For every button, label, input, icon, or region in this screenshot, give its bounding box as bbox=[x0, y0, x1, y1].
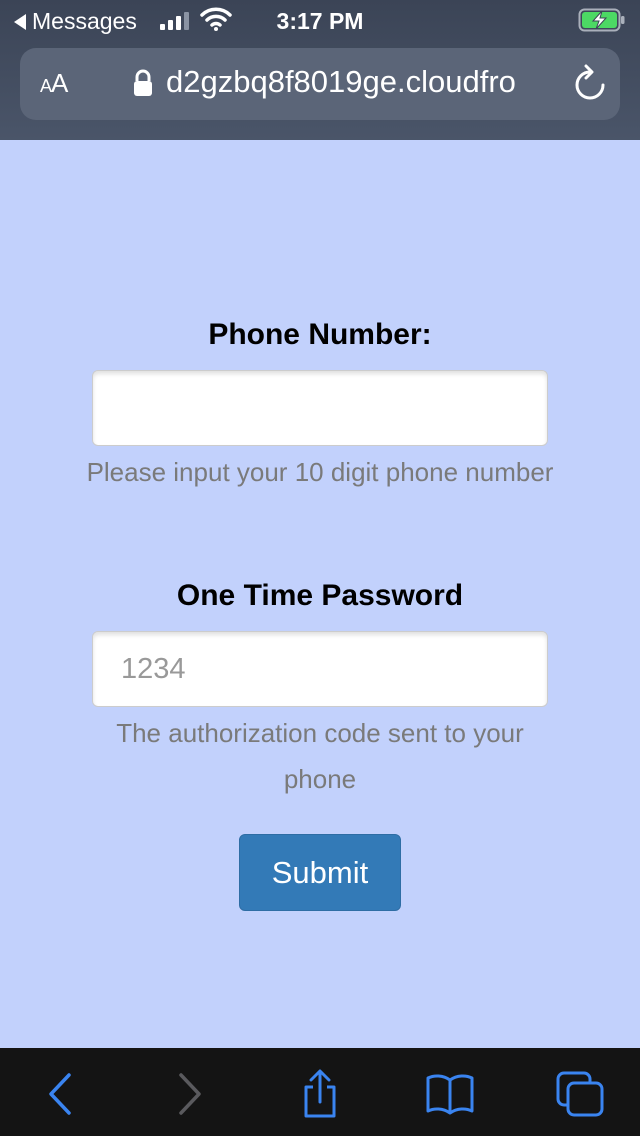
back-icon bbox=[49, 1073, 71, 1115]
status-time: 3:17 PM bbox=[276, 8, 364, 34]
phone-number-label: Phone Number: bbox=[208, 318, 432, 351]
address-bar[interactable]: AA d2gzbq8f8019ge.cloudfro bbox=[20, 48, 620, 120]
browser-chrome: Messages 3:17 PM AA d2gzbq8f8019ge.cloud… bbox=[0, 0, 640, 140]
phone-number-input[interactable] bbox=[92, 370, 548, 446]
otp-label: One Time Password bbox=[176, 579, 464, 612]
url-text[interactable]: d2gzbq8f8019ge.cloudfro bbox=[166, 64, 574, 100]
tabs-icon bbox=[556, 1071, 604, 1117]
reload-icon[interactable] bbox=[572, 64, 608, 104]
battery-charging-icon bbox=[578, 8, 625, 32]
otp-input[interactable] bbox=[92, 631, 548, 707]
submit-button[interactable]: Submit bbox=[239, 834, 401, 911]
bookmarks-button[interactable] bbox=[422, 1068, 478, 1120]
back-button[interactable] bbox=[32, 1068, 88, 1120]
phone-number-help: Please input your 10 digit phone number bbox=[86, 457, 554, 487]
browser-toolbar bbox=[0, 1048, 640, 1136]
bookmarks-icon bbox=[426, 1074, 474, 1115]
forward-icon bbox=[179, 1073, 201, 1115]
lock-icon bbox=[134, 69, 152, 96]
status-bar: Messages 3:17 PM bbox=[0, 0, 640, 42]
page-content: Phone Number: Please input your 10 digit… bbox=[0, 140, 640, 1048]
share-icon bbox=[304, 1069, 336, 1118]
tabs-button[interactable] bbox=[552, 1068, 608, 1120]
text-size-button[interactable]: AA bbox=[40, 68, 68, 99]
share-button[interactable] bbox=[292, 1068, 348, 1120]
otp-help: The authorization code sent to your phon… bbox=[116, 718, 524, 794]
text-size-large-label: A bbox=[51, 68, 68, 98]
text-size-small-label: A bbox=[40, 76, 52, 96]
forward-button[interactable] bbox=[162, 1068, 218, 1120]
